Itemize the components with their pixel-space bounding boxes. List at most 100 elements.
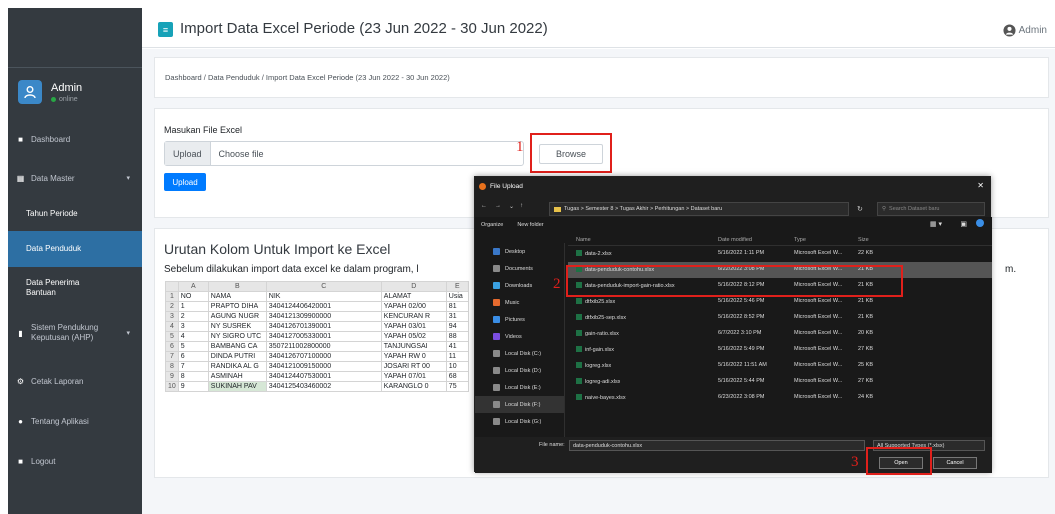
file-name: data-2.xlsx [576, 250, 612, 257]
excel-file-icon [576, 250, 582, 256]
filename-input[interactable]: data-penduduk-contohu.xlsx [569, 440, 865, 451]
folder-icon [493, 350, 500, 357]
sidebar-item-data-penerima-bantuan[interactable]: Data Penerima Bantuan [8, 271, 142, 305]
row-number: 10 [165, 381, 179, 392]
spreadsheet-row: 7 6 DINDA PUTRI 3404126707100000 YAPAH RW 01… [165, 351, 469, 362]
file-name-text: data-2.xlsx [585, 251, 612, 257]
back-arrow-icon[interactable]: ← [481, 203, 487, 209]
sidebar-item-data-master[interactable]: ▦ Data Master ▾ [8, 170, 142, 186]
spreadsheet-cell: KARANGLO 0 [380, 381, 447, 392]
spreadsheet-cell: NY SUSREK [207, 321, 267, 332]
column-header-size[interactable]: Size [858, 237, 869, 243]
spreadsheet-cell: KENCURAN R [380, 311, 447, 322]
dialog-nav-label: Local Disk (G:) [505, 418, 542, 425]
preview-pane-icon[interactable]: ▣ [960, 220, 967, 228]
column-header-date[interactable]: Date modified [718, 237, 752, 243]
filename-label: File name: [539, 442, 565, 448]
file-row[interactable]: naive-bayes.xlsx 6/23/2022 3:08 PM Microso… [568, 390, 992, 406]
file-type: Microsoft Excel W... [794, 346, 843, 352]
spreadsheet-row: 9 8 ASMINAH 3404124407530001 YAPAH 07/01 68 [165, 371, 469, 382]
help-icon[interactable] [976, 219, 984, 227]
sidebar-item-tahun-periode[interactable]: Tahun Periode [8, 200, 142, 228]
file-date: 6/7/2022 3:10 PM [718, 330, 762, 336]
sidebar-item-label: Cetak Laporan [31, 376, 84, 386]
database-icon: ▦ [16, 173, 25, 183]
sidebar-item-data-penduduk[interactable]: Data Penduduk [8, 231, 142, 267]
annotation-step-3: 3 [851, 454, 859, 470]
file-row[interactable]: logreg-adi.xlsx 5/16/2022 5:44 PM Microsof… [568, 374, 992, 390]
breadcrumb-card: Dashboard / Data Penduduk / Import Data … [154, 57, 1049, 98]
spreadsheet-cell: 94 [445, 321, 469, 332]
spreadsheet-body: 1 NO NAMA NIK ALAMAT Usia 2 1 PRAPTO DIHA 3404124… [165, 291, 469, 392]
excel-file-icon [576, 314, 582, 320]
spreadsheet-cell: 3404126701390001 [265, 321, 382, 332]
file-row[interactable]: data-2.xlsx 5/16/2022 1:11 PM Microsoft Ex… [568, 246, 992, 262]
file-size: 25 KB [858, 362, 873, 368]
dialog-search-input[interactable]: ⚲ Search Dataset baru [877, 202, 985, 216]
dialog-nav-item[interactable]: Local Disk (F:) [475, 396, 564, 413]
dialog-nav-item[interactable]: Documents [475, 260, 564, 277]
dialog-nav-label: Desktop [505, 248, 526, 255]
sidebar-item-tentang-aplikasi[interactable]: ● Tentang Aplikasi [8, 413, 142, 429]
refresh-icon[interactable]: ↻ [857, 205, 863, 213]
folder-icon [493, 265, 500, 272]
spreadsheet-cell: YAPAH 03/01 [380, 321, 447, 332]
spreadsheet-header-row: A B C D E [165, 281, 469, 292]
file-name: logreg-adi.xlsx [576, 378, 620, 385]
instructions-text-tail: m. [1005, 264, 1017, 275]
close-icon[interactable]: ✕ [977, 181, 984, 190]
cancel-button[interactable]: Cancel [933, 457, 977, 469]
annotation-box-file [566, 265, 903, 297]
file-row[interactable]: inf-gain.xlsx 5/16/2022 5:49 PM Microsoft … [568, 342, 992, 358]
file-row[interactable]: logreg.xlsx 5/16/2022 11:51 AM Microsoft E… [568, 358, 992, 374]
book-icon: ▮ [18, 328, 23, 338]
row-number: 8 [165, 361, 179, 372]
spreadsheet-row: 1 NO NAMA NIK ALAMAT Usia [165, 291, 469, 302]
sidebar-item-spk-ahp[interactable]: ▮ Sistem Pendukung Keputusan (AHP) ▾ [8, 316, 142, 350]
folder-icon [554, 206, 561, 212]
spreadsheet-cell: TANJUNGSAI [380, 341, 447, 352]
organize-button[interactable]: Organize [481, 222, 503, 228]
sidebar-item-label: Dashboard [31, 134, 71, 144]
view-options-icon[interactable]: ▦ ▾ [930, 220, 942, 228]
forward-arrow-icon[interactable]: → [495, 203, 501, 209]
column-header-name[interactable]: Name [576, 237, 591, 243]
sidebar-item-dashboard[interactable]: ■ Dashboard [8, 131, 142, 147]
dialog-nav-item[interactable]: Pictures [475, 311, 564, 328]
address-bar[interactable]: Tugas > Semester 8 > Tugas Akhir > Perhi… [549, 202, 849, 216]
file-input-upload-button[interactable]: Upload [165, 142, 211, 165]
sidebar-user-panel[interactable]: Admin online [18, 80, 82, 104]
file-name: gain-ratio.xlsx [576, 330, 619, 337]
column-letter: A [177, 281, 209, 292]
spreadsheet-cell: 7 [177, 361, 209, 372]
excel-file-icon [576, 378, 582, 384]
dialog-nav-item[interactable]: Local Disk (C:) [475, 345, 564, 362]
dialog-nav-label: Local Disk (D:) [505, 367, 542, 374]
row-number: 3 [165, 311, 179, 322]
file-row[interactable]: dtfxib25-sep.xlsx 5/16/2022 8:52 PM Micros… [568, 310, 992, 326]
file-input[interactable]: Upload Choose file [164, 141, 524, 166]
sidebar-item-logout[interactable]: ■ Logout [8, 453, 142, 469]
chevron-down-icon[interactable]: ⌄ [509, 203, 514, 210]
dialog-nav-item[interactable]: Desktop [475, 243, 564, 260]
file-name-text: logreg-adi.xlsx [585, 379, 621, 385]
dialog-nav-item[interactable]: Local Disk (E:) [475, 379, 564, 396]
file-date: 5/16/2022 8:52 PM [718, 314, 765, 320]
spreadsheet-row: 4 3 NY SUSREK 3404126701390001 YAPAH 03/01 94 [165, 321, 469, 332]
sidebar-item-cetak-laporan[interactable]: ⚙ Cetak Laporan [8, 373, 142, 389]
upload-submit-button[interactable]: Upload [164, 173, 206, 191]
column-header-type[interactable]: Type [794, 237, 806, 243]
spreadsheet-cell: 31 [445, 311, 469, 322]
new-folder-button[interactable]: New folder [517, 222, 543, 228]
dialog-nav-item[interactable]: Local Disk (G:) [475, 413, 564, 430]
dialog-nav-item[interactable]: Music [475, 294, 564, 311]
up-arrow-icon[interactable]: ↑ [520, 203, 523, 209]
dialog-nav-item[interactable]: Downloads [475, 277, 564, 294]
user-status-text: online [59, 95, 78, 103]
file-name-text: naive-bayes.xlsx [585, 395, 626, 401]
spreadsheet-cell: 2 [177, 311, 209, 322]
dialog-nav-item[interactable]: Videos [475, 328, 564, 345]
dialog-nav-item[interactable]: Local Disk (D:) [475, 362, 564, 379]
file-row[interactable]: gain-ratio.xlsx 6/7/2022 3:10 PM Microsoft… [568, 326, 992, 342]
user-menu[interactable]: Admin [1003, 24, 1047, 37]
